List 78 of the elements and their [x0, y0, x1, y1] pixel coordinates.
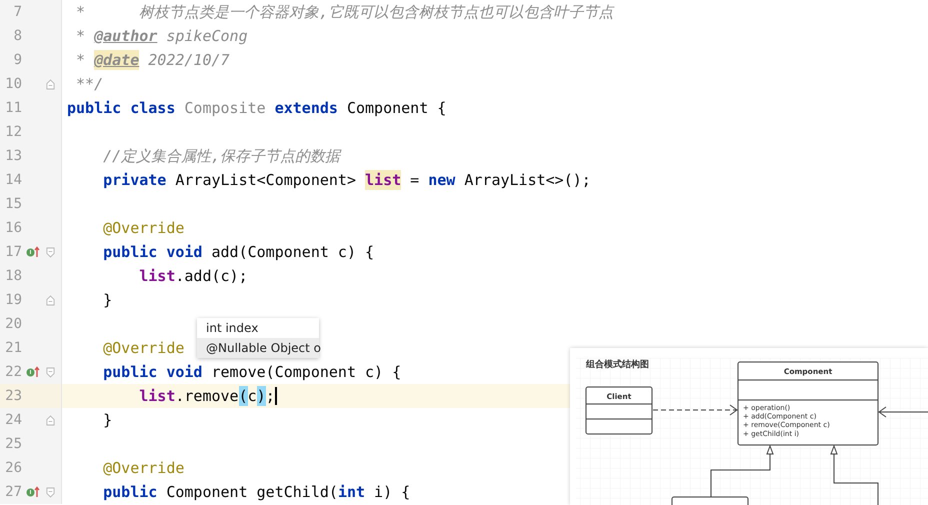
fold-marker-icon[interactable]: [46, 486, 55, 498]
fold-marker-icon[interactable]: [46, 366, 55, 378]
text-caret: [274, 387, 277, 405]
line-number: 23: [4, 388, 22, 404]
override-method-icon[interactable]: [26, 246, 40, 258]
code-text: ArrayList<Component>: [174, 170, 357, 190]
fold-marker-icon[interactable]: [46, 78, 55, 90]
field-name: list: [138, 386, 176, 406]
javadoc-tag: @author: [94, 26, 158, 46]
line-number: 16: [4, 220, 22, 236]
line-number: 12: [4, 124, 22, 140]
keyword: public void: [102, 242, 202, 262]
line-number: 7: [12, 4, 22, 20]
fold-marker-icon[interactable]: [46, 246, 55, 258]
line-number: 13: [4, 148, 22, 164]
comment-text: 2022/10/7: [147, 50, 230, 70]
keyword: extends: [274, 98, 338, 118]
code-text: ;: [266, 386, 275, 406]
inheritance-arrow: [710, 444, 774, 498]
line-number: 18: [4, 268, 22, 284]
comment-text: spikeCong: [165, 26, 248, 46]
line-number: 17: [4, 244, 22, 260]
comment-text: *: [75, 50, 86, 70]
comment-text: **/: [75, 74, 104, 94]
matched-brace: ): [256, 386, 266, 406]
annotation: @Override: [102, 458, 184, 478]
client-class-box: [586, 386, 652, 434]
diagram-title: 组合模式结构图: [586, 360, 649, 370]
keyword: public: [102, 482, 158, 502]
javadoc-tag: @date: [94, 50, 140, 70]
line-number: 22: [4, 364, 22, 380]
matched-brace: (: [238, 386, 248, 406]
code-text: ArrayList<>();: [463, 170, 591, 190]
override-method-icon[interactable]: [26, 366, 40, 378]
line-number: 11: [4, 100, 22, 116]
annotation: @Override: [102, 338, 184, 358]
line-number: 10: [4, 76, 22, 92]
aggregation-arrow: [878, 406, 928, 418]
override-method-icon[interactable]: [26, 486, 40, 498]
fold-marker-icon[interactable]: [46, 294, 55, 306]
line-number: 14: [4, 172, 22, 188]
code-text: remove(Component c) {: [210, 362, 402, 382]
field-name: list: [138, 266, 176, 286]
line-number: 20: [4, 316, 22, 332]
annotation: @Override: [102, 218, 184, 238]
keyword: new: [428, 170, 456, 190]
code-text: add(Component c) {: [210, 242, 374, 262]
parameter-hint-item[interactable]: @Nullable Object o: [197, 338, 319, 358]
line-number: 9: [12, 52, 22, 68]
line-number: 26: [4, 460, 22, 476]
line-number: 15: [4, 196, 22, 212]
line-number: 8: [12, 28, 22, 44]
code-text: Component getChild(: [165, 482, 338, 502]
line-number: 24: [4, 412, 22, 428]
line-number: 27: [4, 484, 22, 500]
code-text: .remove: [175, 386, 239, 406]
code-text: .add(c);: [175, 266, 248, 286]
code-text: Component {: [346, 98, 446, 118]
line-number: 21: [4, 340, 22, 356]
code-text: =: [409, 170, 420, 190]
class-name: Composite: [183, 98, 266, 118]
field-name: list: [365, 170, 402, 190]
inheritance-arrow: [830, 444, 878, 505]
comment-text: * 树枝节点类是一个容器对象,它既可以包含树枝节点也可以包含叶子节点: [75, 2, 614, 22]
fold-marker-icon[interactable]: [46, 414, 55, 426]
line-number: 19: [4, 292, 22, 308]
code-text: }: [102, 290, 112, 310]
code-text: c: [248, 386, 257, 406]
keyword: public void: [102, 362, 202, 382]
parameter-hint-item[interactable]: int index: [197, 318, 319, 338]
code-text: i) {: [373, 482, 410, 502]
code-text: }: [102, 410, 112, 430]
keyword: private: [102, 170, 166, 190]
line-number: 25: [4, 436, 22, 452]
comment-text: *: [75, 26, 86, 46]
keyword: public class: [67, 98, 176, 118]
comment-text: //定义集合属性,保存子节点的数据: [102, 146, 340, 166]
keyword: int: [338, 482, 366, 502]
